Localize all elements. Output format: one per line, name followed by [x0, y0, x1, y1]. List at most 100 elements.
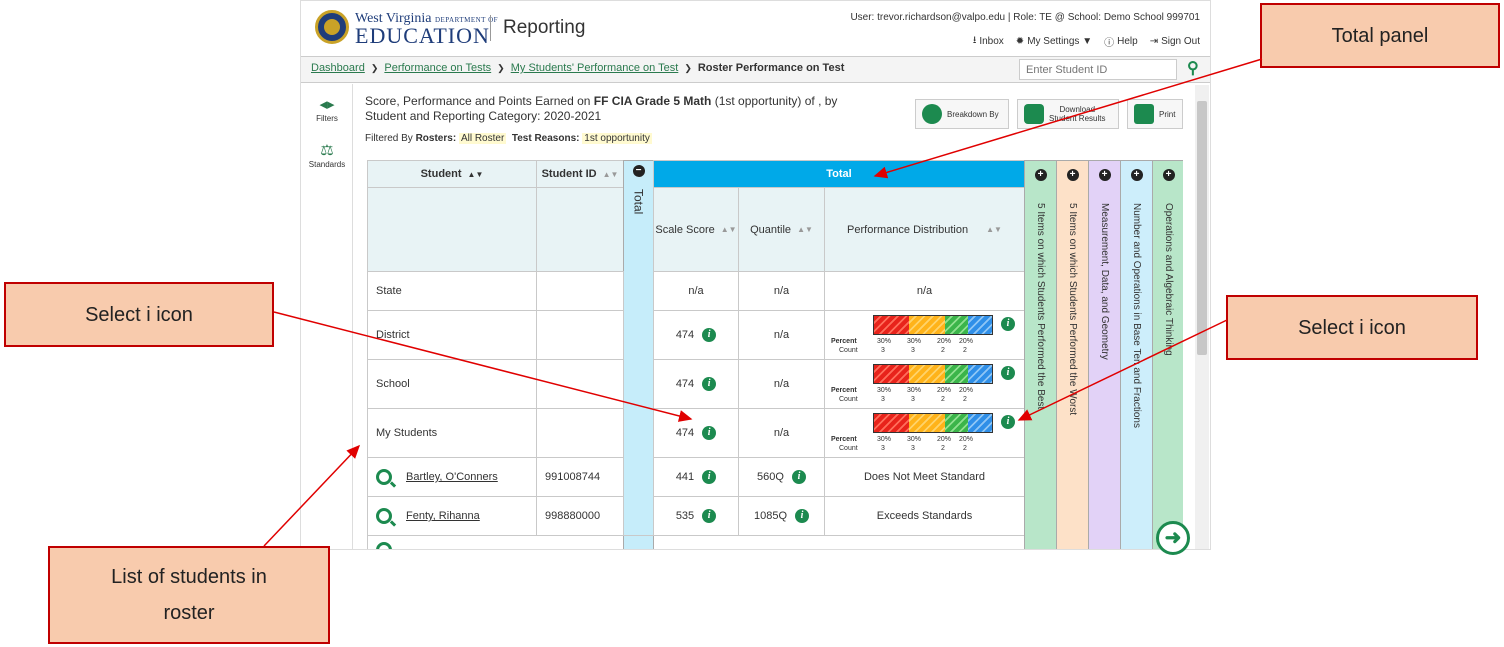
- expand-icon: +: [1162, 169, 1175, 181]
- performance-distribution-cell: i Percent Count 30% 3 30% 3 20% 2 20% 2: [824, 408, 1025, 458]
- percent-label: Percent: [831, 338, 857, 345]
- magnify-icon[interactable]: [376, 469, 392, 485]
- side-column-worst-items[interactable]: +5 Items on which Students Performed the…: [1056, 160, 1089, 549]
- total-panel-header: Total: [653, 160, 1025, 188]
- crumb-dashboard[interactable]: Dashboard: [311, 62, 365, 74]
- settings-link[interactable]: ✹ My Settings ▼: [1016, 33, 1092, 50]
- table-row[interactable]: [367, 535, 1025, 549]
- quantile-column-header[interactable]: Quantile ▲▼: [738, 187, 825, 272]
- info-icon[interactable]: i: [702, 426, 717, 440]
- info-icon[interactable]: i: [1001, 366, 1015, 380]
- subheader-blank: [536, 187, 624, 272]
- info-icon[interactable]: i: [791, 470, 806, 484]
- breakdown-by-button[interactable]: Breakdown By: [915, 99, 1009, 129]
- scrollbar-thumb[interactable]: [1197, 101, 1207, 355]
- total-collapse-column[interactable]: − Total: [623, 160, 654, 549]
- info-icon[interactable]: i: [702, 509, 717, 523]
- chevron-right-icon: ❯: [684, 62, 692, 73]
- signout-link[interactable]: ⇥ Sign Out: [1150, 33, 1200, 50]
- top-links: ⭳ Inbox ✹ My Settings ▼ ⓘ Help ⇥ Sign Out: [973, 33, 1200, 50]
- student-id-cell: [536, 408, 624, 458]
- info-icon[interactable]: i: [795, 509, 810, 523]
- info-icon[interactable]: i: [1001, 317, 1015, 331]
- report-heading: Score, Performance and Points Earned on …: [365, 94, 838, 123]
- info-icon[interactable]: i: [702, 470, 717, 484]
- student-name: District: [376, 329, 410, 341]
- side-column-measurement[interactable]: + Measurement, Data, and Geometry: [1088, 160, 1121, 549]
- callout-select-i-left: Select i icon: [4, 282, 274, 347]
- student-column-header[interactable]: Student ▲▼: [367, 160, 537, 188]
- count-value: 3: [881, 445, 885, 452]
- side-column-label: 5 Items on which Students Performed the …: [1035, 203, 1046, 410]
- percent-label: Percent: [831, 436, 857, 443]
- left-nav: ◂▸ Filters ⚖ Standards: [301, 84, 353, 549]
- inbox-link[interactable]: ⭳ Inbox: [973, 33, 1004, 50]
- print-button[interactable]: Print: [1127, 99, 1183, 129]
- count-label: Count: [839, 445, 858, 452]
- student-name[interactable]: Bartley, O'Conners: [406, 471, 498, 483]
- count-value: 3: [881, 396, 885, 403]
- count-value: 2: [963, 396, 967, 403]
- distribution-segment: [968, 365, 992, 383]
- distribution-segment: [909, 316, 945, 334]
- performance-distribution-column-header[interactable]: Performance Distribution ▲▼: [824, 187, 1025, 272]
- help-link[interactable]: ⓘ Help: [1104, 33, 1138, 50]
- scales-icon: ⚖: [320, 142, 334, 159]
- search-icon[interactable]: ⚲: [1187, 58, 1207, 80]
- sort-icon: ▲▼: [720, 225, 737, 234]
- side-column-algebraic-thinking[interactable]: + Operations and Algebraic Thinking: [1152, 160, 1183, 549]
- scale-score-cell: 535 i: [653, 496, 739, 536]
- side-column-number-operations[interactable]: + Number and Operations in Base Ten and F…: [1120, 160, 1153, 549]
- crumb-performance-on-tests[interactable]: Performance on Tests: [384, 62, 491, 74]
- scale-score-column-header[interactable]: Scale Score ▲▼: [653, 187, 739, 272]
- filter-summary: Filtered By Rosters: All Roster Test Rea…: [365, 133, 652, 144]
- performance-distribution-cell: Exceeds Standards: [824, 496, 1025, 536]
- sort-icon: ▲▼: [602, 169, 619, 179]
- user-info: User: trevor.richardson@valpo.edu | Role…: [850, 12, 1200, 23]
- inbox-icon: ⭳: [972, 35, 977, 46]
- count-label: Count: [839, 396, 858, 403]
- scale-score-cell: 474 i: [653, 359, 739, 409]
- performance-distribution-cell: Does Not Meet Standard: [824, 457, 1025, 497]
- percent-value: 20%: [959, 387, 974, 394]
- percent-value: 20%: [937, 387, 952, 394]
- quantile-cell: n/a: [738, 310, 825, 360]
- scale-score-cell: 474 i: [653, 310, 739, 360]
- subheader-blank: [367, 187, 537, 272]
- callout-roster-list: List of students in roster: [48, 546, 330, 644]
- student-name: My Students: [376, 427, 438, 439]
- breadcrumb: Dashboard ❯ Performance on Tests ❯ My Stud…: [311, 62, 844, 74]
- chevron-right-icon: ❯: [370, 62, 379, 73]
- crumb-my-students[interactable]: My Students' Performance on Test: [511, 62, 679, 74]
- count-value: 3: [911, 396, 915, 403]
- wv-seal-logo: [315, 10, 349, 44]
- quantile-cell: 1085Q i: [738, 496, 825, 536]
- percent-value: 30%: [877, 387, 892, 394]
- count-value: 2: [963, 347, 967, 354]
- percent-value: 30%: [907, 436, 922, 443]
- info-icon[interactable]: i: [1001, 415, 1015, 429]
- percent-value: 20%: [959, 436, 974, 443]
- standards-nav-item[interactable]: ⚖ Standards: [301, 142, 353, 169]
- distribution-segment: [944, 316, 969, 334]
- distribution-segment: [944, 365, 969, 383]
- student-id-cell: [536, 271, 624, 311]
- info-icon[interactable]: i: [702, 377, 717, 391]
- app-title: Reporting: [503, 17, 586, 38]
- student-id-input[interactable]: [1019, 59, 1177, 80]
- magnify-icon[interactable]: [376, 508, 392, 524]
- info-icon[interactable]: i: [702, 328, 717, 342]
- pie-chart-icon: [922, 104, 942, 124]
- next-arrow-button[interactable]: ➜: [1156, 521, 1190, 555]
- table-row[interactable]: Bartley, O'Conners: [367, 457, 537, 497]
- student-id-column-header[interactable]: Student ID ▲▼: [536, 160, 624, 188]
- filters-nav-item[interactable]: ◂▸ Filters: [301, 96, 353, 123]
- side-column-best-items[interactable]: +5 Items on which Students Performed the…: [1024, 160, 1057, 549]
- crumb-current: Roster Performance on Test: [697, 62, 845, 74]
- scale-score-cell: n/a: [653, 271, 739, 311]
- student-name[interactable]: Fenty, Rihanna: [406, 510, 480, 522]
- magnify-icon[interactable]: [376, 542, 392, 549]
- download-results-button[interactable]: Download Student Results: [1017, 99, 1119, 129]
- table-row[interactable]: Fenty, Rihanna: [367, 496, 537, 536]
- reporting-app-window: West Virginia DEPARTMENT OF EDUCATION Re…: [300, 0, 1211, 550]
